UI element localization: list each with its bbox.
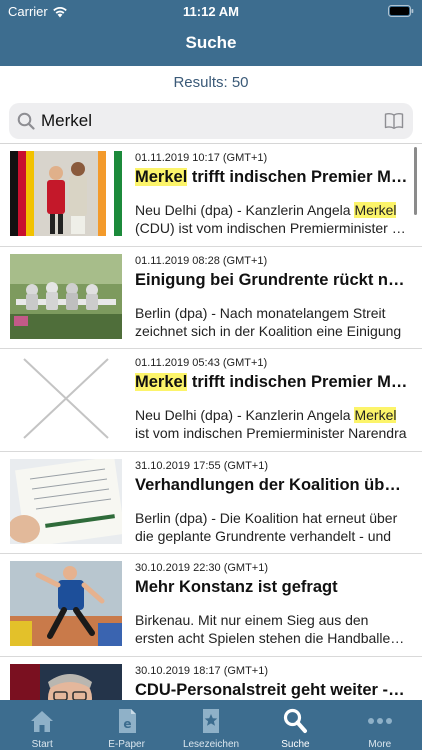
- title-highlight: Merkel: [135, 373, 188, 391]
- list-item[interactable]: 01.11.2019 05:43 (GMT+1) Merkel trifft i…: [0, 349, 422, 452]
- article-thumbnail: [10, 458, 122, 544]
- article-excerpt: Neu Delhi (dpa) - Kanzlerin Angela Merke…: [135, 201, 408, 237]
- tab-search[interactable]: Suche: [253, 700, 337, 750]
- tab-label: Start: [31, 739, 53, 750]
- home-icon: [31, 711, 54, 732]
- list-item[interactable]: 01.11.2019 10:17 (GMT+1) Merkel trifft i…: [0, 144, 422, 247]
- article-date: 01.11.2019 08:28 (GMT+1): [135, 254, 268, 267]
- search-results-list[interactable]: 01.11.2019 10:17 (GMT+1) Merkel trifft i…: [0, 143, 422, 700]
- article-excerpt: Neu Delhi (dpa) - Kanzlerin Angela Merke…: [135, 406, 408, 442]
- search-input[interactable]: [41, 103, 371, 139]
- article-thumbnail: [10, 151, 122, 236]
- excerpt-line: ersten acht Spielen stehen die Handballe…: [135, 630, 408, 646]
- excerpt-line: Neu Delhi (dpa) - Kanzlerin Angela Merke…: [135, 202, 397, 218]
- list-item[interactable]: 30.10.2019 22:30 (GMT+1) Mehr Konstanz i…: [0, 554, 422, 657]
- excerpt-line: Birkenau. Mit nur einem Sieg aus den: [135, 612, 369, 628]
- tab-label: Lesezeichen: [182, 739, 240, 750]
- article-date: 31.10.2019 17:55 (GMT+1): [135, 459, 268, 472]
- title-text: trifft indischen Premier Modi: [187, 373, 408, 391]
- scroll-indicator[interactable]: [414, 147, 417, 215]
- tab-label: Suche: [281, 739, 310, 750]
- page-title: Suche: [185, 33, 237, 52]
- article-title: Merkel trifft indischen Premier Modi: [135, 373, 408, 392]
- article-excerpt: Berlin (dpa) - Nach monatelangem Streit …: [135, 304, 408, 340]
- list-item[interactable]: 30.10.2019 18:17 (GMT+1) CDU-Personalstr…: [0, 657, 422, 700]
- article-date: 30.10.2019 18:17 (GMT+1): [135, 664, 268, 677]
- tab-bar: Start e E-Paper Lesezeichen Suche More: [0, 700, 422, 750]
- search-bar[interactable]: [9, 103, 413, 139]
- results-count: Results: 50: [173, 74, 249, 91]
- article-excerpt: Berlin (dpa) - Die Koalition hat erneut …: [135, 509, 408, 545]
- excerpt-line: Berlin (dpa) - Nach monatelangem Streit: [135, 304, 386, 321]
- tab-bookmarks[interactable]: Lesezeichen: [169, 700, 253, 750]
- tab-start[interactable]: Start: [0, 700, 84, 750]
- article-title: Verhandlungen der Koalition über Grundre…: [135, 475, 408, 494]
- bookmark-icon: [203, 709, 220, 733]
- article-date: 30.10.2019 22:30 (GMT+1): [135, 562, 268, 574]
- excerpt-highlight: Merkel: [354, 202, 397, 218]
- article-date: 01.11.2019 10:17 (GMT+1): [135, 152, 268, 164]
- title-highlight: Merkel: [135, 168, 188, 186]
- svg-text:e: e: [123, 717, 131, 731]
- list-item[interactable]: 31.10.2019 17:55 (GMT+1) Verhandlungen d…: [0, 452, 422, 554]
- list-item[interactable]: 01.11.2019 08:28 (GMT+1) Einigung bei Gr…: [0, 247, 422, 349]
- tab-epaper[interactable]: e E-Paper: [84, 700, 168, 750]
- excerpt-line: die geplante Grundrente verhandelt - und: [135, 527, 392, 544]
- search-icon: [284, 708, 308, 733]
- epaper-icon: e: [118, 709, 136, 733]
- search-icon: [17, 112, 35, 130]
- app-header: Carrier 11:12 AM Suche: [0, 0, 422, 66]
- status-time: 11:12 AM: [183, 4, 239, 19]
- article-thumbnail: [10, 253, 122, 339]
- article-title: Einigung bei Grundrente rückt näher: [135, 270, 408, 289]
- excerpt-line: Berlin (dpa) - Die Koalition hat erneut …: [135, 509, 398, 526]
- battery-icon: [388, 5, 414, 17]
- excerpt-line: zeichnet sich in der Koalition eine Eini…: [135, 322, 402, 339]
- article-thumbnail: [10, 561, 122, 646]
- article-thumbnail: [10, 663, 122, 700]
- status-bar: Carrier 11:12 AM: [0, 0, 422, 22]
- tab-more[interactable]: More: [338, 700, 422, 750]
- excerpt-line: Neu Delhi (dpa) - Kanzlerin Angela Merke…: [135, 407, 397, 423]
- article-title: CDU-Personalstreit geht weiter - Merz: [135, 680, 408, 699]
- image-placeholder: [10, 356, 122, 441]
- tab-label: More: [368, 739, 392, 750]
- article-excerpt: Birkenau. Mit nur einem Sieg aus den ers…: [135, 611, 408, 647]
- bookmarks-book-icon[interactable]: [384, 112, 404, 130]
- more-icon: [367, 718, 392, 724]
- title-text: trifft indischen Premier Modi: [187, 168, 408, 186]
- excerpt-highlight: Merkel: [354, 407, 397, 423]
- article-title: Merkel trifft indischen Premier Modi: [135, 168, 408, 187]
- excerpt-line: ist vom indischen Premierminister Narend…: [135, 425, 407, 441]
- tab-label: E-Paper: [108, 739, 145, 750]
- article-title: Mehr Konstanz ist gefragt: [135, 578, 338, 596]
- article-date: 01.11.2019 05:43 (GMT+1): [135, 357, 268, 369]
- excerpt-line: (CDU) ist vom indischen Premierminister …: [135, 220, 408, 236]
